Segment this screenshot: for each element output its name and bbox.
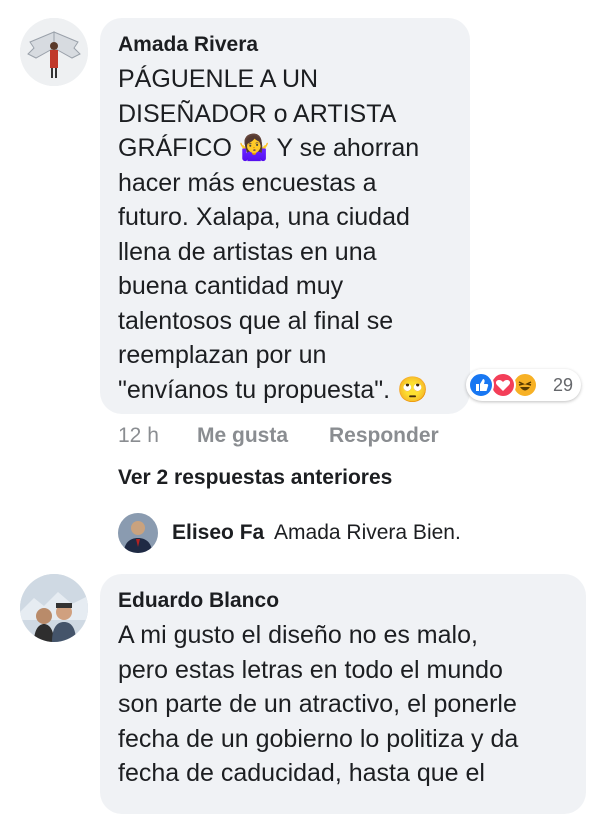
avatar-image — [20, 18, 88, 86]
comment-timestamp[interactable]: 12 h — [118, 424, 159, 448]
comment-bubble: Eduardo Blanco A mi gusto el diseño no e… — [100, 574, 586, 814]
avatar-eduardo-blanco[interactable] — [20, 574, 88, 642]
comment-text: A mi gusto el diseño no es malo, pero es… — [118, 621, 519, 787]
reply-text: Amada Rivera Bien. — [274, 521, 461, 544]
comment-bubble: Amada Rivera PÁGUENLE A UN DISEÑADOR o A… — [100, 18, 470, 414]
reply-preview[interactable]: Eliseo Fa Amada Rivera Bien. — [172, 521, 461, 545]
avatar-image — [20, 574, 88, 642]
comment-author[interactable]: Amada Rivera — [118, 33, 258, 57]
comment-text: PÁGUENLE A UN DISEÑADOR o ARTISTA GRÁFIC… — [118, 65, 429, 404]
avatar-eliseo-fa[interactable] — [118, 513, 158, 553]
reaction-count: 29 — [553, 375, 574, 395]
reply-author[interactable]: Eliseo Fa — [172, 521, 264, 544]
reply-button[interactable]: Responder — [329, 424, 439, 448]
avatar-image — [118, 513, 158, 553]
comment-author[interactable]: Eduardo Blanco — [118, 589, 279, 613]
like-button[interactable]: Me gusta — [197, 424, 288, 448]
thumbs-up-icon — [468, 372, 494, 398]
reaction-summary[interactable]: 29 — [466, 369, 581, 401]
view-previous-replies-link[interactable]: Ver 2 respuestas anteriores — [118, 466, 392, 490]
avatar-amada-rivera[interactable] — [20, 18, 88, 86]
